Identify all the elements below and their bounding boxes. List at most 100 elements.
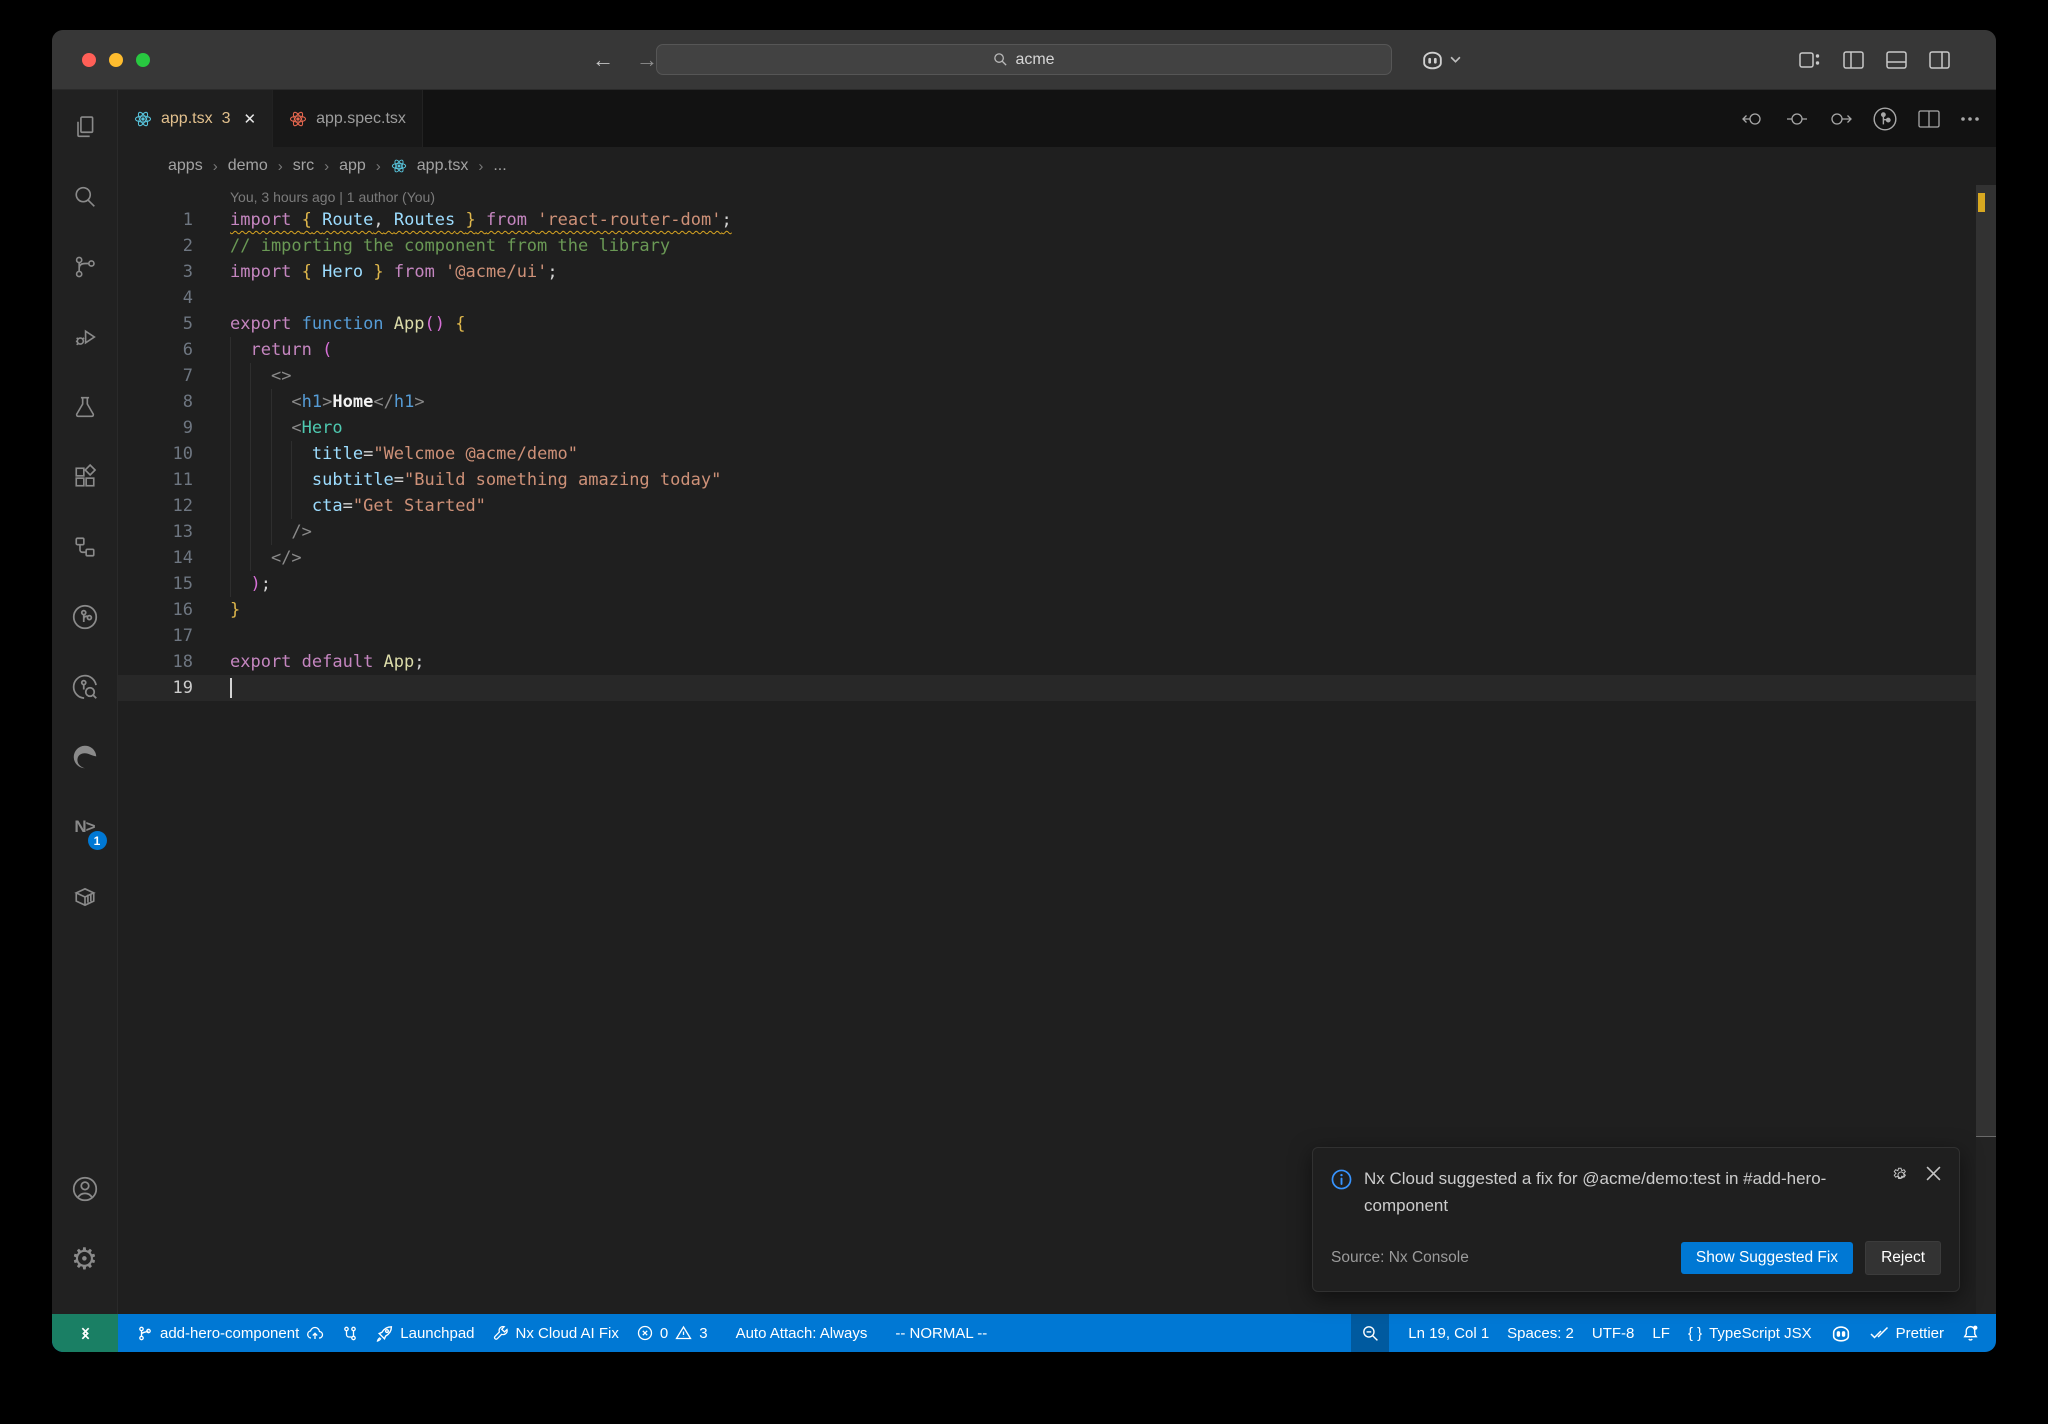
status-launchpad[interactable]: Launchpad — [367, 1314, 483, 1352]
status-cursor-position[interactable]: Ln 19, Col 1 — [1399, 1314, 1498, 1352]
edge-browser-icon[interactable] — [61, 732, 109, 782]
info-icon — [1331, 1169, 1352, 1190]
maximize-window-button[interactable] — [136, 52, 150, 67]
notification-close-icon[interactable] — [1926, 1166, 1941, 1181]
toggle-primary-sidebar-icon[interactable] — [1843, 50, 1864, 69]
split-editor-icon[interactable] — [1918, 109, 1940, 129]
run-debug-icon[interactable] — [61, 312, 109, 362]
reject-button[interactable]: Reject — [1865, 1241, 1941, 1275]
status-notifications[interactable] — [1953, 1314, 1988, 1352]
account-icon[interactable] — [61, 1164, 109, 1214]
status-copilot[interactable] — [1821, 1314, 1861, 1352]
wrench-icon — [493, 1325, 508, 1340]
toggle-panel-icon[interactable] — [1886, 50, 1907, 69]
extensions-icon[interactable] — [61, 452, 109, 502]
tab-app-tsx[interactable]: app.tsx 3 ✕ — [118, 90, 274, 147]
notification-message: Nx Cloud suggested a fix for @acme/demo:… — [1364, 1169, 1827, 1215]
status-language[interactable]: { } TypeScript JSX — [1679, 1314, 1821, 1352]
current-change-icon[interactable] — [1786, 110, 1808, 128]
code-line[interactable]: 12 cta="Get Started" — [118, 493, 1996, 519]
status-formatter[interactable]: Prettier — [1861, 1314, 1953, 1352]
chevron-down-icon — [1450, 56, 1461, 63]
settings-gear-icon[interactable]: ⚙ — [61, 1234, 109, 1284]
containers-icon[interactable] — [61, 872, 109, 922]
status-problems[interactable]: 0 3 — [628, 1314, 717, 1352]
code-line[interactable]: 4 — [118, 285, 1996, 311]
status-zoom[interactable] — [1351, 1314, 1390, 1352]
command-center-search[interactable]: acme — [656, 44, 1392, 75]
code-line[interactable]: 14 </> — [118, 545, 1996, 571]
breadcrumb-item[interactable]: demo — [228, 157, 268, 175]
line-content: <h1>Home</h1> — [230, 389, 425, 415]
gitlens-inspect-icon[interactable] — [61, 662, 109, 712]
show-suggested-fix-button[interactable]: Show Suggested Fix — [1680, 1242, 1854, 1274]
code-line[interactable]: 9 <Hero — [118, 415, 1996, 441]
minimize-window-button[interactable] — [109, 52, 123, 67]
status-auto-attach[interactable]: Auto Attach: Always — [727, 1314, 877, 1352]
breadcrumb-item[interactable]: ... — [493, 157, 506, 175]
indent-guide — [270, 493, 272, 519]
nx-console-icon[interactable]: N> 1 — [61, 802, 109, 852]
code-line[interactable]: 19 — [118, 675, 1996, 701]
copilot-menu[interactable] — [1420, 50, 1461, 70]
code-line[interactable]: 17 — [118, 623, 1996, 649]
code-line[interactable]: 16} — [118, 597, 1996, 623]
code-line[interactable]: 5 export function App() { — [118, 311, 1996, 337]
tab-close-icon[interactable]: ✕ — [244, 110, 257, 128]
tab-app-spec-tsx[interactable]: app.spec.tsx — [273, 90, 423, 147]
nav-back-icon[interactable]: ← — [592, 47, 614, 73]
code-editor[interactable]: You, 3 hours ago | 1 author (You) 1 impor… — [118, 185, 1996, 1314]
status-encoding[interactable]: UTF-8 — [1583, 1314, 1644, 1352]
source-control-icon[interactable] — [61, 242, 109, 292]
prev-change-icon[interactable] — [1742, 110, 1766, 128]
status-indentation[interactable]: Spaces: 2 — [1498, 1314, 1583, 1352]
breadcrumb-separator: › — [375, 157, 381, 175]
code-line[interactable]: 1 import { Route, Routes } from 'react-ro… — [118, 207, 1996, 233]
status-vim-mode[interactable]: -- NORMAL -- — [886, 1314, 996, 1352]
breadcrumb-item[interactable]: app — [339, 157, 366, 175]
code-line[interactable]: 13 /> — [118, 519, 1996, 545]
code-line[interactable]: 6 return ( — [118, 337, 1996, 363]
search-view-icon[interactable] — [61, 172, 109, 222]
breadcrumb-item[interactable]: app.tsx — [417, 157, 469, 175]
indent-guide — [230, 571, 231, 597]
code-line[interactable]: 11 subtitle="Build something amazing tod… — [118, 467, 1996, 493]
breadcrumb-item[interactable]: src — [293, 157, 314, 175]
next-change-icon[interactable] — [1828, 110, 1852, 128]
code-line[interactable]: 15 ); — [118, 571, 1996, 597]
status-branch[interactable]: add-hero-component — [128, 1314, 333, 1352]
react-icon — [134, 111, 152, 126]
line-number: 12 — [172, 496, 193, 516]
line-content: ); — [230, 571, 271, 597]
code-line[interactable]: 8 <h1>Home</h1> — [118, 389, 1996, 415]
code-line[interactable]: 18 export default App; — [118, 649, 1996, 675]
status-nx-cloud-fix[interactable]: Nx Cloud AI Fix — [484, 1314, 628, 1352]
toggle-secondary-sidebar-icon[interactable] — [1929, 50, 1950, 69]
line-number: 4 — [182, 288, 193, 308]
code-line[interactable]: 2 // importing the component from the lib… — [118, 233, 1996, 259]
code-line[interactable]: 10 title="Welcmoe @acme/demo" — [118, 441, 1996, 467]
code-lines: 1 import { Route, Routes } from 'react-ro… — [118, 207, 1996, 701]
line-content — [230, 623, 240, 649]
close-window-button[interactable] — [82, 52, 96, 67]
gitlens-icon[interactable] — [61, 592, 109, 642]
notification-settings-icon[interactable] — [1892, 1166, 1910, 1184]
explorer-icon[interactable] — [61, 102, 109, 152]
commit-graph-icon[interactable] — [1872, 106, 1898, 132]
nav-forward-icon[interactable]: → — [636, 47, 658, 73]
line-content: <Hero — [230, 415, 343, 441]
scrollbar[interactable] — [1976, 185, 1996, 1314]
more-actions-icon[interactable] — [1960, 116, 1980, 122]
breadcrumb-item[interactable]: apps — [168, 157, 203, 175]
status-bar: add-hero-component Launchpad Nx Cloud AI… — [52, 1314, 1996, 1352]
tab-problems-badge: 3 — [221, 109, 231, 127]
code-line[interactable]: 3 import { Hero } from '@acme/ui'; — [118, 259, 1996, 285]
customize-layout-icon[interactable] — [1799, 51, 1821, 69]
remote-indicator[interactable] — [52, 1314, 118, 1352]
code-line[interactable]: 7 <> — [118, 363, 1996, 389]
testing-icon[interactable] — [61, 382, 109, 432]
status-eol[interactable]: LF — [1643, 1314, 1679, 1352]
status-commit-graph[interactable] — [333, 1314, 367, 1352]
remote-explorer-icon[interactable] — [61, 522, 109, 572]
scrollbar-thumb[interactable] — [1976, 185, 1996, 1137]
